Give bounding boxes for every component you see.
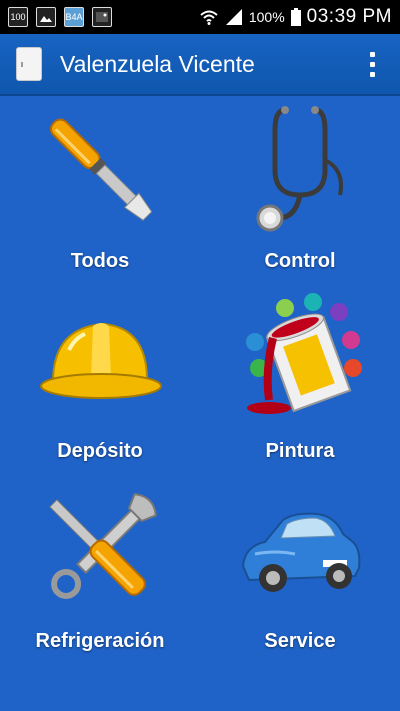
photo-icon [92,7,112,27]
battery-100-icon: 100 [8,7,28,27]
category-grid: Todos Control Depósito Pintura Refrigera… [0,96,400,711]
screwdriver-icon [35,100,165,240]
tile-deposito[interactable]: Depósito [0,290,200,480]
battery-icon [290,8,301,26]
fridge-logo-icon [16,47,42,81]
app-bar: Valenzuela Vicente [0,34,400,96]
tile-pintura[interactable]: Pintura [200,290,400,480]
tile-todos[interactable]: Todos [0,100,200,290]
tile-label: Control [264,250,336,272]
tile-service[interactable]: Service [200,480,400,670]
tile-control[interactable]: Control [200,100,400,290]
tile-label: Pintura [265,440,335,462]
tile-label: Service [264,630,336,652]
stethoscope-icon [235,100,365,240]
app-title: Valenzuela Vicente [60,50,255,77]
tile-refrigeracion[interactable]: Refrigeración [0,480,200,670]
hard-hat-icon [35,290,165,430]
status-bar: 100 B4A 100% 03:39 PM [0,0,400,34]
notification-icons: 100 B4A [8,7,112,27]
paint-can-icon [235,290,365,430]
car-icon [235,480,365,620]
battery-percent: 100% [248,9,285,25]
system-status: 100% 03:39 PM [199,6,392,28]
tools-icon [35,480,165,620]
b4a-icon: B4A [64,7,84,27]
tile-label: Todos [70,250,130,272]
image-icon [36,7,56,27]
signal-icon [225,9,242,25]
tile-label: Refrigeración [35,630,165,652]
wifi-icon [200,10,218,25]
clock: 03:39 PM [306,6,392,27]
overflow-menu-icon[interactable] [360,44,384,84]
tile-label: Depósito [57,440,143,462]
